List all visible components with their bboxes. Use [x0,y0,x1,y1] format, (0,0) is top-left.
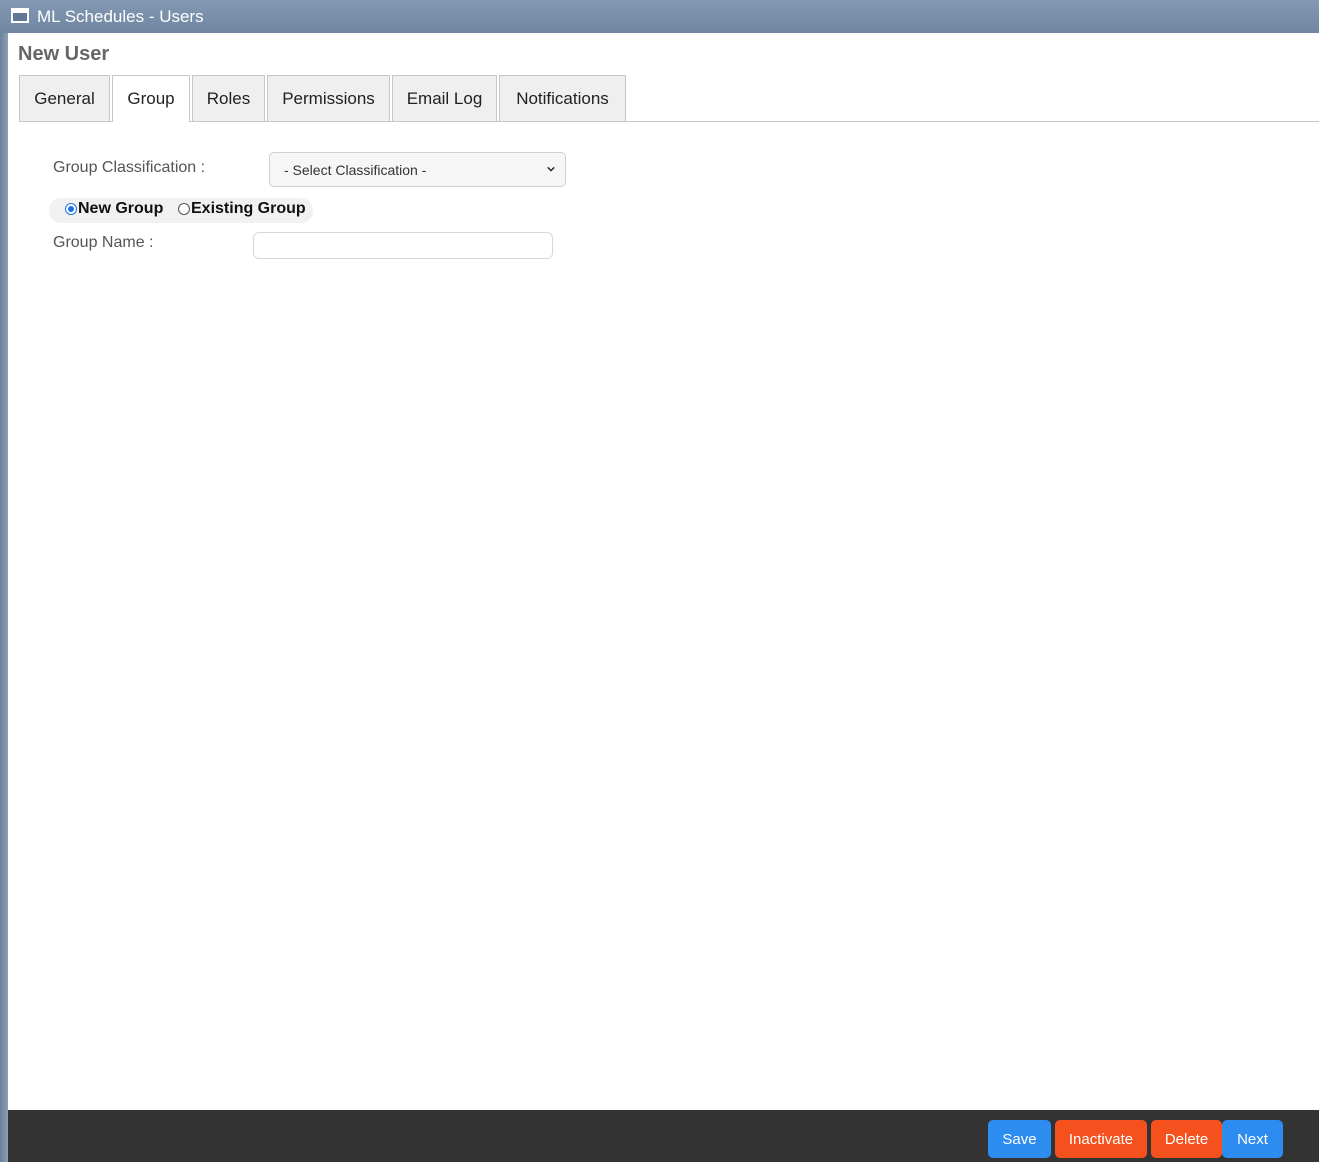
tab-group[interactable]: Group [112,75,190,122]
footer-bar: Save Inactivate Delete Next [8,1110,1319,1162]
window-icon [11,8,29,23]
group-classification-label: Group Classification : [53,159,206,176]
tab-notifications[interactable]: Notifications [499,75,626,121]
inactivate-button[interactable]: Inactivate [1055,1120,1147,1158]
save-button[interactable]: Save [988,1120,1051,1158]
delete-button[interactable]: Delete [1151,1120,1222,1158]
group-type-radio-group: New Group Existing Group [49,198,313,223]
tab-roles[interactable]: Roles [192,75,265,121]
tab-permissions[interactable]: Permissions [267,75,390,121]
tab-general[interactable]: General [19,75,110,121]
chevron-down-icon [547,166,555,172]
radio-new-group[interactable]: New Group [65,200,163,218]
radio-checked-icon[interactable] [65,203,77,215]
group-classification-select[interactable]: - Select Classification - [269,152,566,187]
tab-bar: General Group Roles Permissions Email Lo… [19,75,1319,122]
tab-email-log[interactable]: Email Log [392,75,497,121]
radio-unchecked-icon[interactable] [178,203,190,215]
next-button[interactable]: Next [1222,1120,1283,1158]
main-content: New User General Group Roles Permissions… [8,33,1319,1110]
window-title: ML Schedules - Users [37,7,204,26]
window-frame-left [0,33,8,1162]
group-name-input[interactable] [253,232,553,259]
radio-existing-group-label: Existing Group [191,200,306,217]
group-name-label: Group Name : [53,234,154,251]
radio-new-group-label: New Group [78,200,164,217]
radio-existing-group[interactable]: Existing Group [178,200,306,218]
window-titlebar: ML Schedules - Users [0,0,1319,33]
group-classification-value: - Select Classification - [284,162,427,178]
page-title: New User [18,43,110,65]
